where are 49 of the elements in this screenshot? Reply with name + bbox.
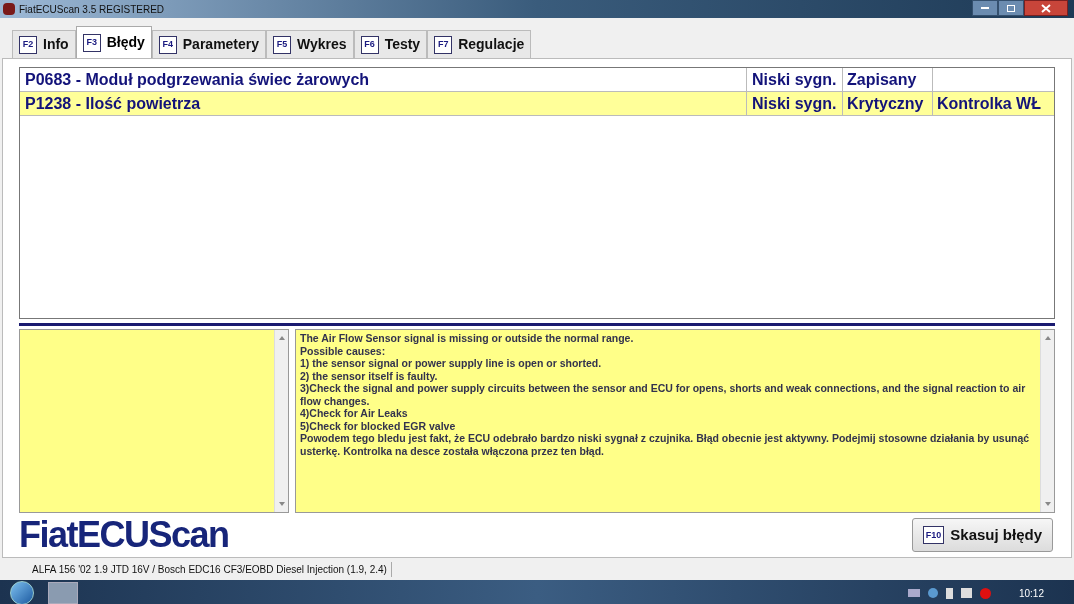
tab[interactable]: F3 Błędy xyxy=(75,26,152,58)
scrollbar[interactable] xyxy=(1040,330,1054,512)
scroll-up-icon[interactable] xyxy=(278,336,285,340)
fault-row[interactable]: P1238 - Ilość powietrza Niski sygn. Krytyczny Kontrolka WŁ xyxy=(20,92,1054,116)
maximize-icon[interactable] xyxy=(998,0,1024,16)
app-icon xyxy=(3,3,15,15)
key-icon: F5 xyxy=(273,35,292,54)
minimize-icon[interactable] xyxy=(972,0,998,16)
table-cell-text: P1238 - Ilość powietrza xyxy=(24,93,202,114)
alert-icon[interactable] xyxy=(979,587,991,599)
tab[interactable]: F2 Info xyxy=(12,30,76,58)
status-bar-text: ALFA 156 '02 1.9 JTD 16V / Bosch EDC16 CF3/EOBD Diesel Injection (1.9, 2.4) xyxy=(26,561,392,577)
details-text: 5)Check for blocked EGR valve xyxy=(300,419,457,432)
tab[interactable]: F5 Wykres xyxy=(266,30,354,58)
table-cell: Niski sygn. xyxy=(746,92,842,115)
window-title: FiatECUScan 3.5 REGISTERED xyxy=(19,2,165,17)
key-icon: F3 xyxy=(82,33,101,52)
details-text: Powodem tego bledu jest fakt, że ECU odebrało bardzo niski sygnał z czujnika. Błąd obecnie jest aktywny. Podejmij stosowne działania by usunąć usterkę. Kontrolka na desce została włączona przez ten błąd. xyxy=(300,432,1031,457)
tab[interactable]: F4 Parametery xyxy=(151,30,267,58)
network-icon[interactable] xyxy=(927,588,938,598)
details-text: 4)Check for Air Leaks xyxy=(300,407,409,420)
table-cell: Zapisany xyxy=(842,68,932,91)
key-icon: F2 xyxy=(19,35,37,54)
key-icon: F4 xyxy=(158,35,177,54)
table-cell: Krytyczny xyxy=(842,92,932,115)
battery-icon[interactable] xyxy=(945,587,953,599)
details-text: 2) the sensor itself is faulty. xyxy=(300,369,439,382)
fault-row[interactable]: P0683 - Moduł podgrzewania świec żarowych Niski sygn. Zapisany xyxy=(20,68,1054,92)
close-icon[interactable] xyxy=(1024,0,1068,16)
details-text: Possible causes: xyxy=(300,344,387,357)
key-icon: F10 xyxy=(922,526,945,544)
details-text: The Air Flow Sensor signal is missing or outside the normal range. xyxy=(300,332,635,345)
app-logo: FiatECUScan xyxy=(19,517,229,553)
details-text: 3)Check the signal and power supply circuits between the sensor and ECU for opens, shorts and weak connections, and the signal reaction to air flow changes. xyxy=(300,382,1027,407)
tab[interactable]: F6 Testy xyxy=(353,30,428,58)
tab[interactable]: F7 Regulacje xyxy=(427,30,532,58)
clear-faults-button[interactable]: F10 Skasuj błędy xyxy=(911,518,1053,552)
table-cell-text: P0683 - Moduł podgrzewania świec żarowych xyxy=(24,69,371,90)
scroll-up-icon[interactable] xyxy=(1044,336,1051,340)
table-cell: Kontrolka WŁ xyxy=(932,92,1054,115)
key-icon: F7 xyxy=(434,35,453,54)
key-icon: F6 xyxy=(360,35,379,54)
scroll-down-icon[interactable] xyxy=(1044,502,1051,506)
start-icon[interactable] xyxy=(10,581,34,604)
table-cell: Niski sygn. xyxy=(746,68,842,91)
taskbar-clock[interactable]: 10:12 xyxy=(1018,585,1044,601)
scrollbar[interactable] xyxy=(274,330,288,512)
scroll-down-icon[interactable] xyxy=(278,502,285,506)
details-text: 1) the sensor signal or power supply line is open or shorted. xyxy=(300,357,603,370)
